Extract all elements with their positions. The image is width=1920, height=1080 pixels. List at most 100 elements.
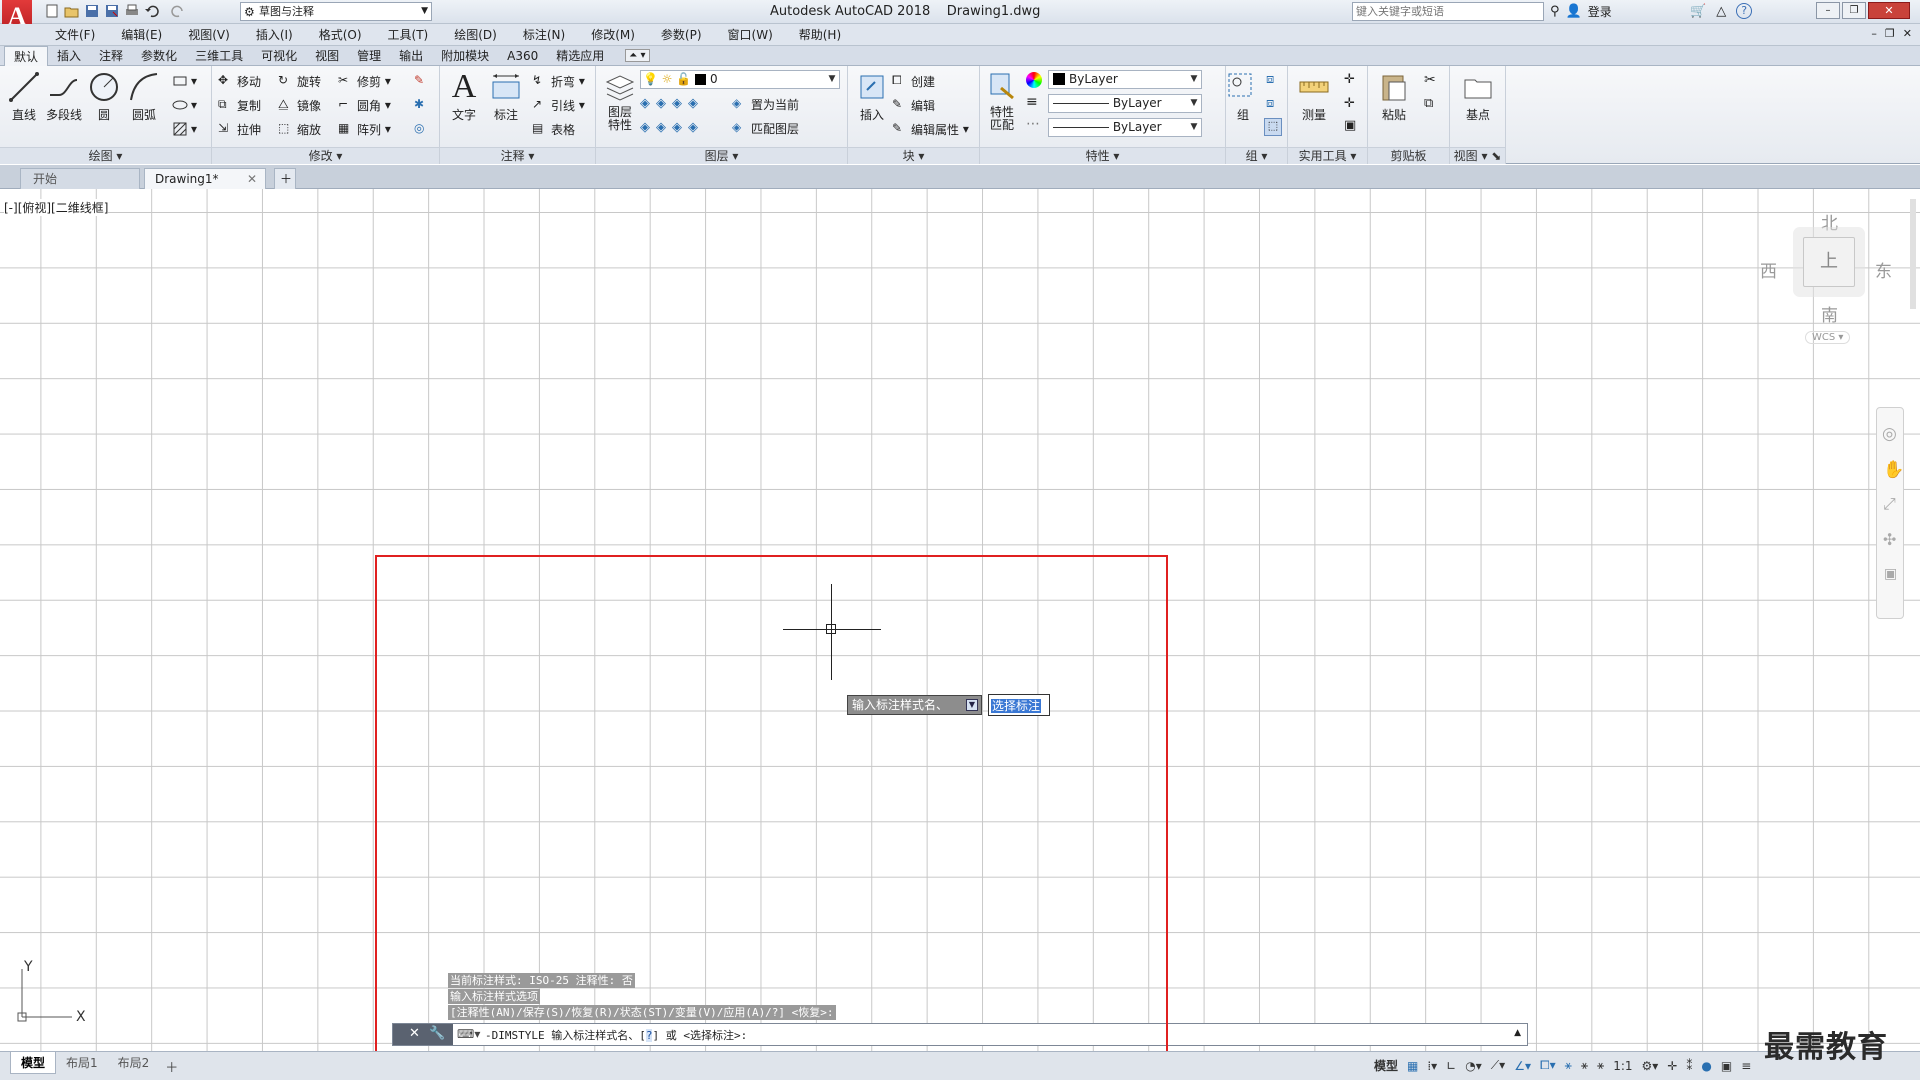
ribbon-tab-0[interactable]: 默认 xyxy=(4,45,49,66)
line-button[interactable]: 直线 xyxy=(2,70,46,123)
tab-drawing1[interactable]: Drawing1* ✕ xyxy=(144,168,266,189)
drawing-canvas[interactable]: [-][俯视][二维线框] 北 西 东 南 上 WCS ▾ ◎ ✋ ⤢ ✣ ▣ … xyxy=(0,189,1920,1051)
panel-clipboard-title[interactable]: 剪贴板 xyxy=(1368,147,1449,164)
ribbon-tab-2[interactable]: 注释 xyxy=(90,46,132,66)
ribbon-tab-8[interactable]: 输出 xyxy=(390,46,432,66)
group-select-icon[interactable]: ⬚ xyxy=(1264,118,1282,136)
osnap-icon[interactable]: ⧠▾ xyxy=(1540,1058,1556,1073)
explode-button[interactable]: ✱ xyxy=(414,94,433,116)
grid-icon[interactable]: ▦ xyxy=(1407,1059,1418,1073)
panel-utilities-title[interactable]: 实用工具 ▾ xyxy=(1288,147,1367,164)
rotate-button[interactable]: ↻ 旋转 xyxy=(278,70,321,92)
cart-icon[interactable]: 🛒 xyxy=(1690,4,1706,19)
annotation-autoscale-icon[interactable]: ⚹ xyxy=(1581,1058,1588,1073)
close-button[interactable]: ✕ xyxy=(1868,2,1910,19)
match-layer-button[interactable]: ◈ 匹配图层 xyxy=(732,117,799,139)
showmotion-icon[interactable]: ▣ xyxy=(1884,566,1897,582)
stretch-button[interactable]: ⇲ 拉伸 xyxy=(218,118,261,140)
linetype-icon[interactable]: ⋯ xyxy=(1026,116,1040,132)
restore-button[interactable]: ❐ xyxy=(1842,2,1866,19)
leader-fold-button[interactable]: ↯ 折弯 ▾ xyxy=(532,70,585,92)
ribbon-tab-6[interactable]: 视图 xyxy=(306,46,348,66)
id-point-icon[interactable]: ✛ xyxy=(1344,96,1355,111)
circle-button[interactable]: 圆 xyxy=(82,70,126,123)
wcs-menu[interactable]: WCS ▾ xyxy=(1805,331,1851,344)
units-icon[interactable]: ⁑ xyxy=(1686,1059,1692,1073)
ribbon-tab-5[interactable]: 可视化 xyxy=(252,46,306,66)
ellipse-button[interactable]: ▾ xyxy=(172,94,197,116)
rectangle-button[interactable]: ▾ xyxy=(172,70,197,92)
menu-item-6[interactable]: 绘图(D) xyxy=(441,24,510,46)
create-block-button[interactable]: ⧠ 创建 xyxy=(892,70,935,92)
menu-item-7[interactable]: 标注(N) xyxy=(510,24,578,46)
add-layout-icon[interactable]: ＋ xyxy=(165,1057,178,1076)
trim-button[interactable]: ✂ 修剪 ▾ xyxy=(338,70,391,92)
move-button[interactable]: ✥ 移动 xyxy=(218,70,261,92)
binoculars-icon[interactable]: ⚲ xyxy=(1550,4,1560,19)
lineweight-select[interactable]: ByLayer ▼ xyxy=(1048,118,1202,137)
open-file-icon[interactable] xyxy=(64,3,80,19)
mirror-button[interactable]: ⧋ 镜像 xyxy=(278,94,321,116)
layer-lock-icon[interactable]: ◈ xyxy=(688,96,698,111)
ribbon-tab-3[interactable]: 参数化 xyxy=(132,46,186,66)
save-icon[interactable] xyxy=(84,3,100,19)
layer-unisolate-icon[interactable]: ◈ xyxy=(656,120,666,135)
menu-item-2[interactable]: 视图(V) xyxy=(175,24,243,46)
menu-item-11[interactable]: 帮助(H) xyxy=(786,24,854,46)
make-current-button[interactable]: ◈ 置为当前 xyxy=(732,93,799,115)
menu-item-10[interactable]: 窗口(W) xyxy=(715,24,786,46)
layer-off-icon[interactable]: ◈ xyxy=(640,96,650,111)
viewcube-south[interactable]: 南 xyxy=(1821,301,1838,326)
menu-item-8[interactable]: 修改(M) xyxy=(578,24,648,46)
viewcube-east[interactable]: 东 xyxy=(1875,257,1892,282)
ortho-icon[interactable]: ∟ xyxy=(1446,1059,1456,1073)
login-link[interactable]: 登录 xyxy=(1588,3,1612,20)
polyline-button[interactable]: 多段线 xyxy=(42,70,86,123)
command-history-toggle-icon[interactable]: ▲ xyxy=(1514,1028,1521,1038)
user-icon[interactable]: 👤 xyxy=(1566,4,1582,19)
insert-block-button[interactable]: 插入 xyxy=(850,70,894,123)
menu-item-5[interactable]: 工具(T) xyxy=(375,24,442,46)
scale-button[interactable]: ⬚ 缩放 xyxy=(278,118,321,140)
copy-clip-icon[interactable]: ⧉ xyxy=(1424,96,1433,111)
annotation-scale-icon[interactable]: ⚹ xyxy=(1597,1058,1604,1073)
search-input[interactable] xyxy=(1353,3,1533,19)
ribbon-tab-10[interactable]: A360 xyxy=(498,46,547,66)
layer-properties-button[interactable]: 图层 特性 xyxy=(598,70,642,132)
layer-on-icon[interactable]: ◈ xyxy=(640,120,650,135)
zoom-extents-icon[interactable]: ⤢ xyxy=(1883,494,1896,514)
layer-isolate-icon[interactable]: ◈ xyxy=(656,96,666,111)
annotation-scale-value[interactable]: 1:1 xyxy=(1613,1059,1632,1073)
polar-icon[interactable]: ◔▾ xyxy=(1465,1059,1482,1073)
clean-screen-icon[interactable]: ▣ xyxy=(1721,1059,1732,1073)
menu-item-4[interactable]: 格式(O) xyxy=(306,24,375,46)
arc-button[interactable]: 圆弧 xyxy=(122,70,166,123)
viewcube-west[interactable]: 西 xyxy=(1760,257,1777,282)
array-button[interactable]: ▦ 阵列 ▾ xyxy=(338,118,391,140)
layer-unlock-icon[interactable]: ◈ xyxy=(688,120,698,135)
menu-item-0[interactable]: 文件(F) xyxy=(42,24,108,46)
ribbon-tab-4[interactable]: 三维工具 xyxy=(186,46,252,66)
cut-icon[interactable]: ✂ xyxy=(1424,72,1436,88)
ribbon-tab-11[interactable]: 精选应用 xyxy=(547,46,613,66)
annotation-monitor-icon[interactable]: ✛ xyxy=(1667,1059,1677,1073)
doc-close-icon[interactable]: ✕ xyxy=(1903,27,1912,40)
ribbon-toggle-icon[interactable]: ⏶ ▾ xyxy=(625,49,650,62)
object-track-icon[interactable]: ∠▾ xyxy=(1514,1059,1531,1073)
undo-icon[interactable] xyxy=(144,3,164,19)
annotation-visibility-icon[interactable]: ⚹ xyxy=(1565,1058,1572,1073)
viewcube-north[interactable]: 北 xyxy=(1821,209,1838,234)
ucs-icon[interactable]: YX xyxy=(14,959,94,1029)
match-properties-button[interactable]: 特性 匹配 xyxy=(980,70,1024,132)
dimension-button[interactable]: 标注 xyxy=(484,70,528,123)
close-tab-icon[interactable]: ✕ xyxy=(247,169,257,190)
doc-restore-icon[interactable]: ❐ xyxy=(1885,27,1895,40)
panel-layers-title[interactable]: 图层 ▾ xyxy=(596,147,847,164)
redo-icon[interactable] xyxy=(168,3,188,19)
panel-modify-title[interactable]: 修改 ▾ xyxy=(212,147,439,164)
base-view-button[interactable]: 基点 xyxy=(1456,70,1500,123)
menu-item-1[interactable]: 编辑(E) xyxy=(108,24,175,46)
help-icon[interactable]: ? xyxy=(1736,3,1753,19)
group-button[interactable]: 组 xyxy=(1226,70,1260,123)
ribbon-tab-1[interactable]: 插入 xyxy=(48,46,90,66)
